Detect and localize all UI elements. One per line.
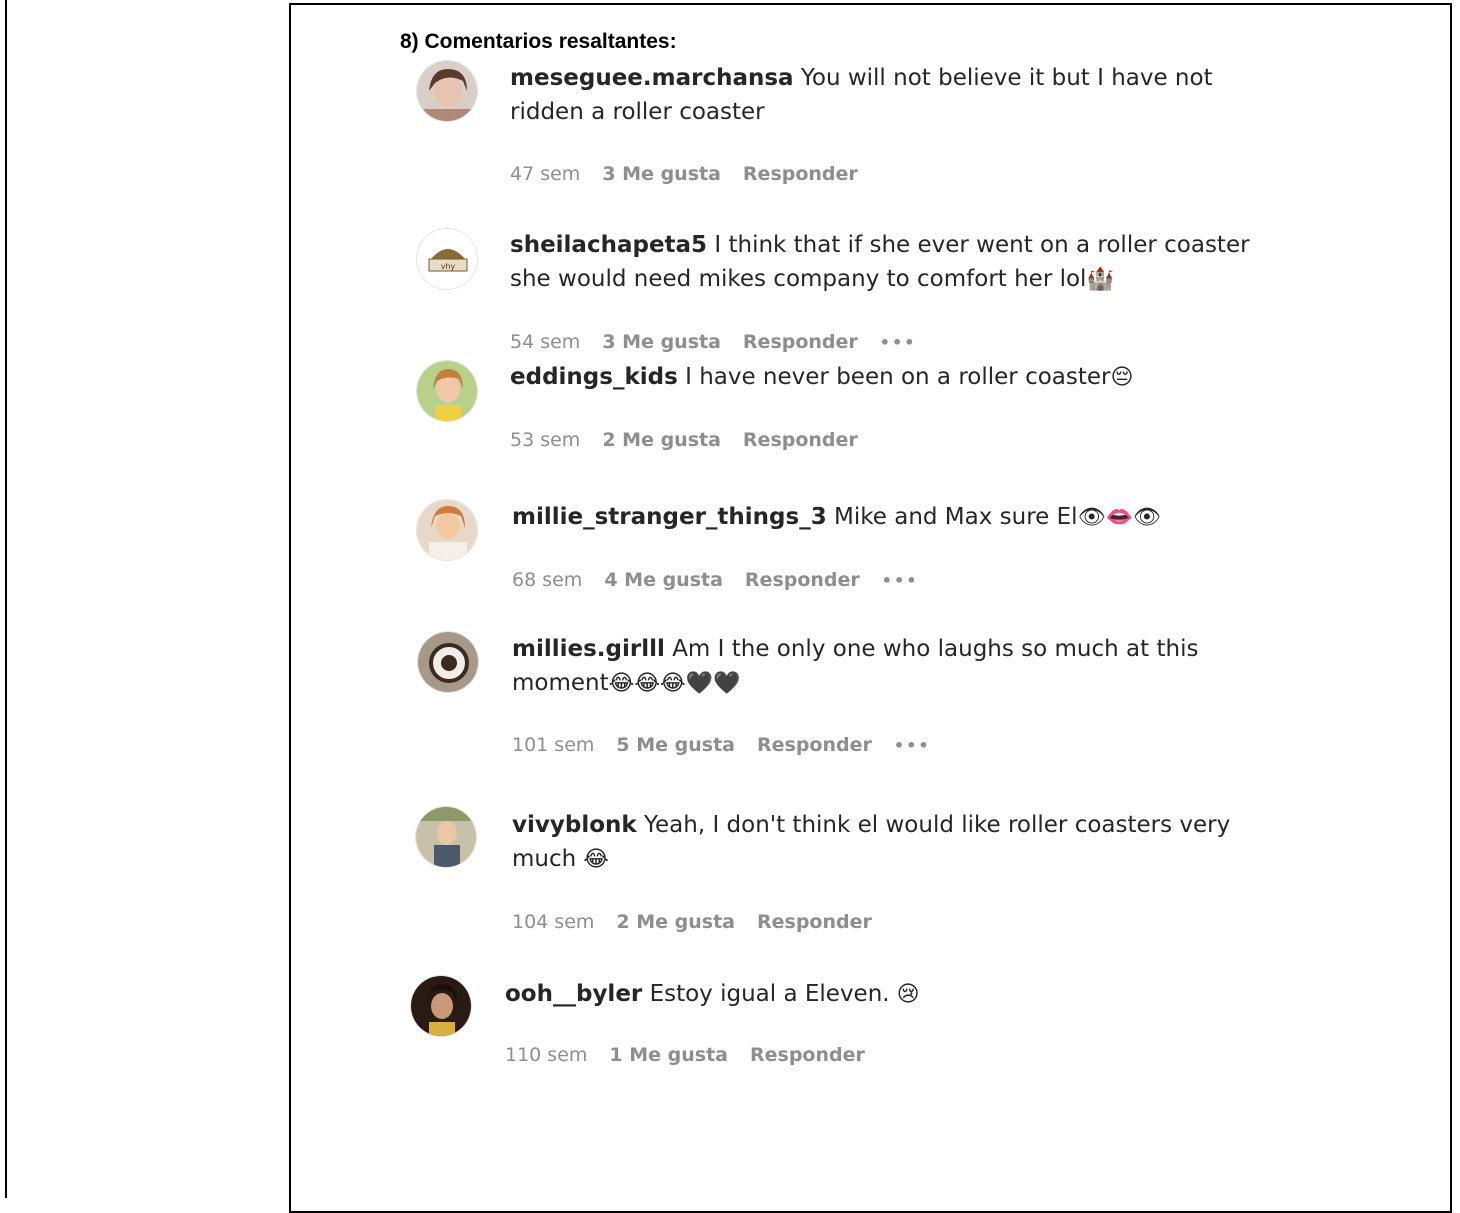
comment-time[interactable]: 110 sem xyxy=(505,1044,587,1066)
more-options-icon[interactable]: ••• xyxy=(880,333,917,352)
comment-text: meseguee.marchansa You will not believe … xyxy=(510,61,1250,129)
reply-button[interactable]: Responder xyxy=(750,1044,865,1066)
comment-likes[interactable]: 3 Me gusta xyxy=(602,163,721,185)
avatar[interactable] xyxy=(417,631,479,693)
comment-text: vivyblonk Yeah, I don't think el would l… xyxy=(512,808,1252,877)
reply-button[interactable]: Responder xyxy=(757,911,872,933)
comment-username[interactable]: meseguee.marchansa xyxy=(510,65,794,91)
reply-button[interactable]: Responder xyxy=(757,734,872,756)
more-options-icon[interactable]: ••• xyxy=(894,736,931,755)
comment-username[interactable]: millies.girlll xyxy=(512,636,665,662)
page-left-rule xyxy=(5,0,7,1198)
avatar[interactable] xyxy=(416,60,478,122)
reply-button[interactable]: Responder xyxy=(743,331,858,353)
comment-username[interactable]: ooh__byler xyxy=(505,981,642,1007)
comment-text: millie_stranger_things_3 Mike and Max su… xyxy=(512,500,1252,535)
avatar[interactable] xyxy=(416,360,478,422)
comment-time[interactable]: 54 sem xyxy=(510,331,580,353)
comment-text: millies.girlll Am I the only one who lau… xyxy=(512,632,1252,701)
reply-button[interactable]: Responder xyxy=(745,569,860,591)
comment-likes[interactable]: 4 Me gusta xyxy=(604,569,723,591)
more-options-icon[interactable]: ••• xyxy=(882,571,919,590)
comment-meta: 47 sem 3 Me gusta Responder xyxy=(510,163,880,185)
laughing-emoji: 😂😂😂🖤🖤 xyxy=(608,671,741,696)
comment-text: eddings_kids I have never been on a roll… xyxy=(510,360,1250,395)
comment-username[interactable]: millie_stranger_things_3 xyxy=(512,504,827,530)
comment-username[interactable]: vivyblonk xyxy=(512,812,637,838)
comment-time[interactable]: 47 sem xyxy=(510,163,580,185)
comment-meta: 53 sem 2 Me gusta Responder xyxy=(510,429,880,451)
reply-button[interactable]: Responder xyxy=(743,163,858,185)
comment-meta: 68 sem 4 Me gusta Responder ••• xyxy=(512,569,940,591)
comment-meta: 110 sem 1 Me gusta Responder xyxy=(505,1044,887,1066)
avatar[interactable]: vhy xyxy=(416,228,478,290)
sad-emoji: 😢 xyxy=(889,982,920,1007)
comment-body: I have never been on a roller coaster xyxy=(685,364,1111,390)
comment-username[interactable]: sheilachapeta5 xyxy=(510,232,707,258)
eyes-mouth-emoji: 👁👄👁 xyxy=(1077,505,1161,530)
comment-likes[interactable]: 5 Me gusta xyxy=(616,734,735,756)
avatar[interactable] xyxy=(416,499,478,561)
comment-time[interactable]: 68 sem xyxy=(512,569,582,591)
comment-meta: 101 sem 5 Me gusta Responder ••• xyxy=(512,734,953,756)
comment-body: Mike and Max sure El xyxy=(834,504,1078,530)
comment-likes[interactable]: 2 Me gusta xyxy=(602,429,721,451)
comment-likes[interactable]: 2 Me gusta xyxy=(616,911,735,933)
comment-body: Estoy igual a Eleven. xyxy=(649,981,890,1007)
comment-time[interactable]: 101 sem xyxy=(512,734,594,756)
comment-time[interactable]: 104 sem xyxy=(512,911,594,933)
reply-button[interactable]: Responder xyxy=(743,429,858,451)
comment-meta: 54 sem 3 Me gusta Responder ••• xyxy=(510,331,938,353)
avatar[interactable] xyxy=(410,975,472,1037)
section-heading: 8) Comentarios resaltantes: xyxy=(400,30,677,53)
comment-likes[interactable]: 1 Me gusta xyxy=(609,1044,728,1066)
castle-emoji: 🏰 xyxy=(1086,267,1114,292)
comment-likes[interactable]: 3 Me gusta xyxy=(602,331,721,353)
comment-text: sheilachapeta5 I think that if she ever … xyxy=(510,228,1250,297)
avatar[interactable] xyxy=(415,806,477,868)
svg-text:vhy: vhy xyxy=(441,262,456,271)
comment-text: ooh__byler Estoy igual a Eleven. 😢 xyxy=(505,977,1245,1012)
pensive-emoji: 😔 xyxy=(1110,365,1134,390)
comment-meta: 104 sem 2 Me gusta Responder xyxy=(512,911,894,933)
laughing-emoji: 😂 xyxy=(576,847,609,872)
comment-username[interactable]: eddings_kids xyxy=(510,364,678,390)
comment-time[interactable]: 53 sem xyxy=(510,429,580,451)
